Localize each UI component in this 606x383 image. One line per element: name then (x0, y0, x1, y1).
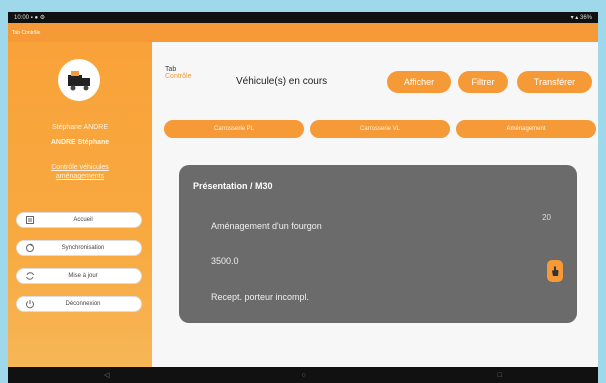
truck-logo-icon (68, 71, 90, 91)
filter-carrosserie-vl[interactable]: Carrosserie VL (310, 120, 450, 138)
refresh-icon (23, 269, 37, 283)
home-nav-icon[interactable]: ○ (301, 372, 305, 379)
status-bar: 10:00 ▪ ● ⚙ ▾ ▴ 36% (8, 12, 598, 23)
sidebar-item-label: Déconnexion (65, 301, 101, 307)
card-weight: 3500.0 (211, 256, 239, 266)
status-left: 10:00 ▪ ● ⚙ (14, 15, 46, 21)
sidebar: Stéphane ANDRE ANDRE Stéphane Contrôle v… (8, 42, 152, 367)
back-icon[interactable]: ◁ (104, 371, 109, 379)
tablet-screen: 10:00 ▪ ● ⚙ ▾ ▴ 36% Tab Contrôle Stéphan… (8, 12, 598, 383)
page-title: Véhicule(s) en cours (236, 76, 328, 87)
card-description: Aménagement d'un fourgon (211, 221, 322, 231)
power-icon (23, 297, 37, 311)
sync-icon (23, 241, 37, 255)
recents-icon[interactable]: □ (498, 372, 502, 379)
app-logo (58, 59, 100, 101)
tab-controle-logo: Tab Contrôle (165, 66, 191, 80)
user-role: Contrôle véhicules (51, 164, 109, 171)
main-content: Tab Contrôle Véhicule(s) en cours Affich… (152, 42, 598, 367)
sidebar-item-label: Synchronisation (61, 245, 105, 251)
app-title: Tab Contrôle (12, 29, 41, 36)
sidebar-item-label: Accueil (73, 217, 93, 223)
user-name: Stéphane ANDRE (51, 124, 109, 131)
filter-amenagement[interactable]: Aménagement (456, 120, 596, 138)
card-status: Recept. porteur incompl. (211, 292, 310, 302)
status-right: ▾ ▴ 36% (570, 15, 592, 21)
filtrer-button[interactable]: Filtrer (458, 71, 508, 93)
sidebar-item-mise-a-jour[interactable]: Mise à jour (16, 268, 142, 284)
sidebar-item-deconnexion[interactable]: Déconnexion (16, 296, 142, 312)
hand-icon (552, 266, 559, 276)
logo-bottom-text: Contrôle (165, 73, 192, 80)
vehicle-card[interactable]: Présentation / M30 20 Aménagement d'un f… (179, 165, 577, 323)
home-icon (23, 213, 37, 227)
card-count: 20 (542, 213, 551, 222)
transferer-button[interactable]: Transférer (517, 71, 592, 93)
filter-carrosserie-pl[interactable]: Carrosserie PL (164, 120, 304, 138)
logo-top-text: Tab (165, 66, 177, 73)
android-nav-bar: ◁ ○ □ (8, 367, 598, 383)
app-bar: Tab Contrôle (8, 23, 598, 42)
card-title: Présentation / M30 (193, 181, 273, 191)
afficher-button[interactable]: Afficher (387, 71, 451, 93)
user-fullname: ANDRE Stéphane (50, 139, 110, 146)
sidebar-item-accueil[interactable]: Accueil (16, 212, 142, 228)
card-action-button[interactable] (547, 260, 563, 282)
sidebar-item-label: Mise à jour (68, 273, 98, 279)
sidebar-item-synchronisation[interactable]: Synchronisation (16, 240, 142, 256)
user-role-sub: aménagements (55, 173, 105, 180)
